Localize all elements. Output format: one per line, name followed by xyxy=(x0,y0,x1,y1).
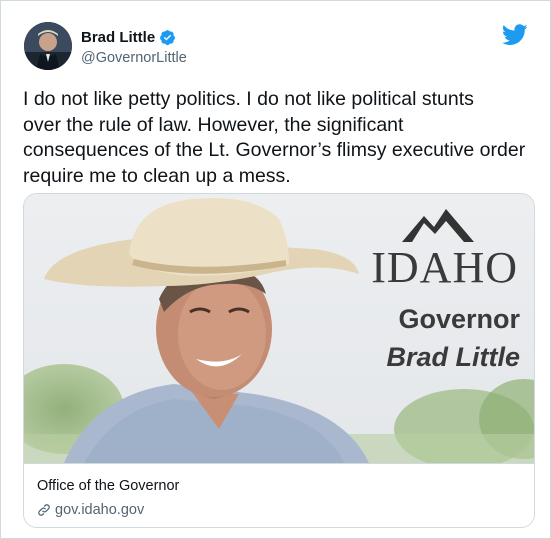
link-icon xyxy=(37,503,51,517)
card-image-logo-text: IDAHO xyxy=(371,243,518,292)
card-domain-link[interactable]: gov.idaho.gov xyxy=(37,502,144,518)
card-image-name: Brad Little xyxy=(386,342,520,372)
card-domain[interactable]: gov.idaho.gov xyxy=(55,502,144,518)
tweet-card: Brad Little @GovernorLittle I do not lik… xyxy=(0,0,551,539)
author-handle[interactable]: @GovernorLittle xyxy=(81,50,187,66)
author-name-row[interactable]: Brad Little xyxy=(81,29,176,46)
card-title[interactable]: Office of the Governor xyxy=(37,478,179,494)
card-image[interactable]: IDAHO Governor Brad Little xyxy=(24,194,534,463)
twitter-bird-icon[interactable] xyxy=(501,24,528,46)
card-footer[interactable]: Office of the Governor gov.idaho.gov xyxy=(24,463,534,527)
link-preview-card[interactable]: IDAHO Governor Brad Little Office of the… xyxy=(23,193,535,528)
tweet-text: I do not like petty politics. I do not l… xyxy=(23,88,526,187)
card-image-title: Governor xyxy=(398,304,520,334)
author-display-name[interactable]: Brad Little xyxy=(81,29,155,46)
avatar[interactable] xyxy=(24,22,72,70)
verified-badge-icon xyxy=(159,29,176,46)
